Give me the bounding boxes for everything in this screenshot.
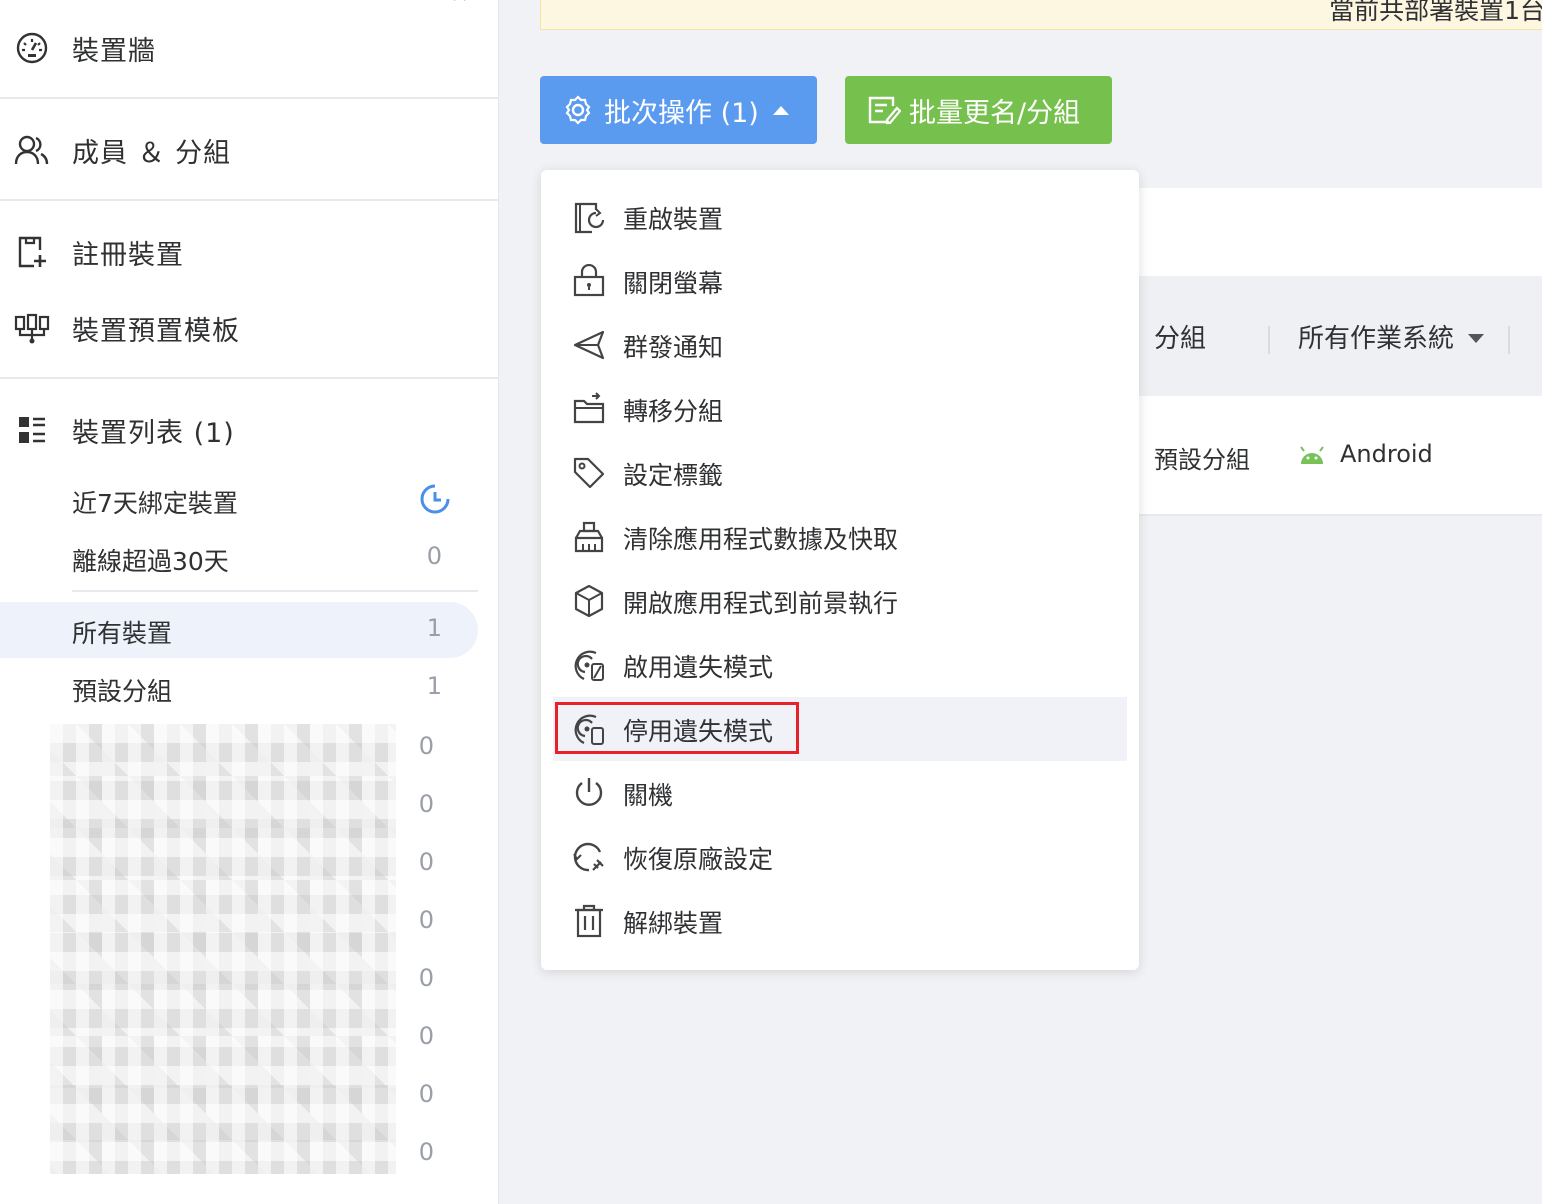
menu-item-shutdown[interactable]: 關機 (553, 761, 1127, 825)
device-count-banner: 當前共部署裝置1台 (540, 0, 1542, 30)
users-icon (14, 132, 50, 168)
nav-templates[interactable]: 裝置預置模板 (0, 298, 498, 358)
os-filter-dropdown[interactable]: 所有作業系統 (1298, 318, 1454, 355)
cube-icon (571, 583, 607, 619)
broom-icon (571, 519, 607, 555)
divider (0, 199, 498, 201)
group-count: 0 (418, 732, 434, 760)
sidebar-item-count: 1 (426, 672, 442, 700)
menu-item-notify[interactable]: 群發通知 (553, 313, 1127, 377)
tag-icon (571, 455, 607, 491)
batch-actions-label: 批次操作 (1) (604, 97, 759, 129)
caret-up-icon (772, 105, 789, 115)
group-count: 0 (418, 964, 434, 992)
register-device-icon (14, 234, 50, 270)
menu-item-set-tag[interactable]: 設定標籤 (553, 441, 1127, 505)
sidebar-item-label: 離線超過30天 (72, 547, 229, 576)
device-table: 分組 所有作業系統 預設分組 Android (1138, 188, 1542, 516)
group-count: 0 (418, 848, 434, 876)
menu-item-unbind[interactable]: 解綁裝置 (553, 889, 1127, 953)
row-group-cell: 預設分組 (1154, 446, 1250, 474)
menu-item-clear-data[interactable]: 清除應用程式數據及快取 (553, 505, 1127, 569)
menu-item-factory-reset[interactable]: 恢復原廠設定 (553, 825, 1127, 889)
batch-actions-menu: 重啟裝置 關閉螢幕 群發通知 轉移分組 設定標籤 清除應用程式數據及快取 開啟應… (541, 170, 1139, 970)
sidebar: 裝置牆 成員 ＆ 分組 註冊裝置 裝置預置模板 裝置列表 (1) 近7天綁定裝置 (0, 0, 499, 1204)
menu-item-move-group[interactable]: 轉移分組 (553, 377, 1127, 441)
nav-templates-label: 裝置預置模板 (72, 315, 240, 347)
table-header: 分組 所有作業系統 (1138, 276, 1542, 396)
caret-down-icon[interactable] (1468, 334, 1484, 343)
dashboard-icon (14, 30, 50, 66)
column-divider (1268, 326, 1270, 354)
highlight-box (555, 702, 799, 754)
lost-mode-on-icon (571, 647, 607, 683)
menu-item-label: 設定標籤 (623, 461, 724, 490)
menu-item-label: 啟用遺失模式 (623, 653, 774, 682)
android-icon (1298, 446, 1326, 466)
sidebar-item-count: 0 (426, 542, 442, 570)
menu-item-label: 解綁裝置 (623, 909, 724, 938)
menu-item-label: 關機 (623, 781, 674, 810)
menu-item-label: 恢復原廠設定 (623, 845, 774, 874)
row-divider (1138, 514, 1542, 516)
gear-icon (562, 93, 596, 127)
nav-register-device[interactable]: 註冊裝置 (0, 222, 498, 282)
nav-device-list[interactable]: 裝置列表 (1) (0, 400, 498, 460)
nav-register-label: 註冊裝置 (72, 239, 184, 271)
group-count: 0 (418, 906, 434, 934)
factory-reset-icon (571, 839, 607, 875)
menu-item-label: 清除應用程式數據及快取 (623, 525, 899, 554)
template-icon (14, 310, 50, 346)
row-os-cell: Android (1340, 440, 1433, 468)
column-divider (1508, 326, 1510, 354)
power-icon (571, 775, 607, 811)
batch-rename-button[interactable]: 批量更名/分組 (845, 76, 1112, 144)
sidebar-item-label: 所有裝置 (72, 619, 173, 648)
batch-actions-button[interactable]: 批次操作 (1) (540, 76, 817, 144)
edit-icon (867, 93, 901, 127)
batch-rename-label: 批量更名/分組 (909, 97, 1081, 129)
divider (0, 97, 498, 99)
loading-icon (418, 482, 452, 516)
nav-dashboard-label: 裝置牆 (72, 35, 156, 67)
menu-item-restart[interactable]: 重啟裝置 (553, 185, 1127, 249)
lock-screen-icon (571, 263, 607, 299)
menu-item-label: 轉移分組 (623, 397, 724, 426)
group-count: 0 (418, 790, 434, 818)
menu-item-screen-off[interactable]: 關閉螢幕 (553, 249, 1127, 313)
menu-item-open-app[interactable]: 開啟應用程式到前景執行 (553, 569, 1127, 633)
sidebar-item-default-group[interactable]: 預設分組 1 (0, 660, 478, 716)
group-count: 0 (418, 1080, 434, 1108)
menu-item-enable-lost-mode[interactable]: 啟用遺失模式 (553, 633, 1127, 697)
sidebar-item-label: 近7天綁定裝置 (72, 489, 238, 518)
list-icon (14, 412, 50, 448)
sidebar-item-label: 預設分組 (72, 677, 173, 706)
collapse-sidebar-icon[interactable] (450, 0, 474, 8)
sidebar-item-all-devices[interactable]: 所有裝置 1 (0, 602, 478, 658)
menu-item-label: 關閉螢幕 (623, 269, 724, 298)
trash-icon (571, 903, 607, 939)
divider (72, 590, 478, 592)
restart-device-icon (571, 199, 607, 235)
menu-item-label: 重啟裝置 (623, 205, 724, 234)
nav-dashboard[interactable]: 裝置牆 (0, 18, 498, 78)
group-count: 0 (418, 1022, 434, 1050)
sidebar-item-recent-bound[interactable]: 近7天綁定裝置 (0, 472, 478, 528)
nav-members-label: 成員 ＆ 分組 (72, 137, 232, 169)
column-header-group: 分組 (1154, 324, 1207, 354)
nav-device-list-label: 裝置列表 (1) (72, 417, 235, 449)
menu-item-label: 開啟應用程式到前景執行 (623, 589, 899, 618)
sidebar-item-count: 1 (426, 614, 442, 642)
send-icon (571, 327, 607, 363)
sidebar-item-offline-30[interactable]: 離線超過30天 0 (0, 530, 478, 586)
banner-text: 當前共部署裝置1台 (1329, 0, 1542, 25)
nav-members[interactable]: 成員 ＆ 分組 (0, 120, 498, 180)
group-count: 0 (418, 1138, 434, 1166)
divider (0, 377, 498, 379)
folder-move-icon (571, 391, 607, 427)
menu-item-label: 群發通知 (623, 333, 724, 362)
blurred-group-names (50, 724, 396, 1174)
